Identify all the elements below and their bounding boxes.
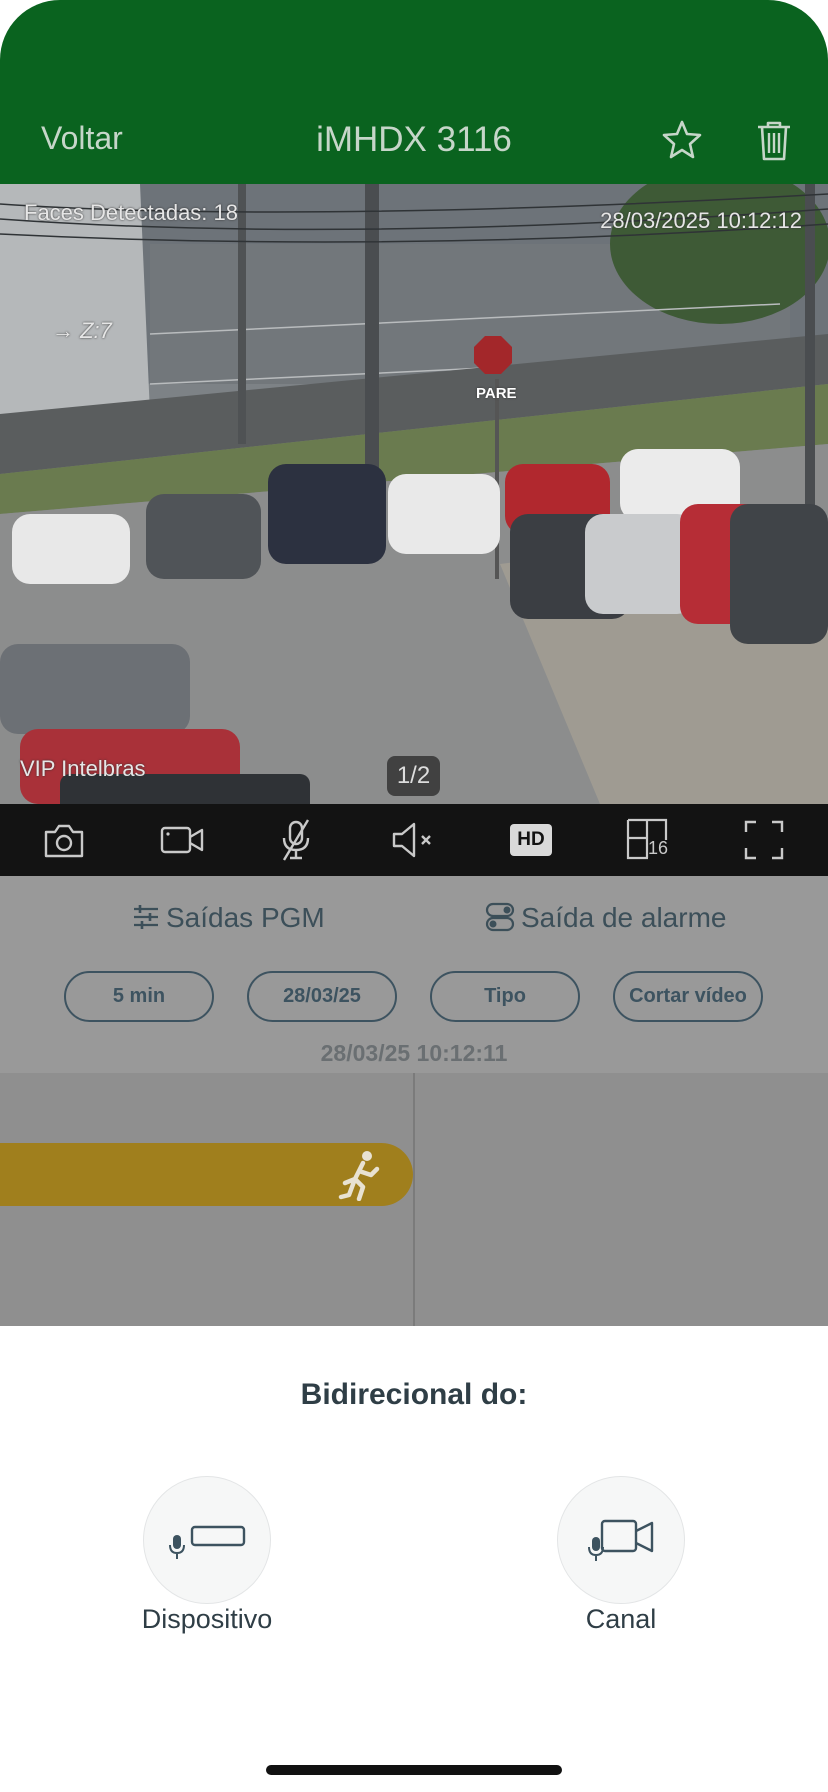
speaker-muted-icon[interactable] [390, 818, 438, 862]
channel-page-indicator[interactable]: 1/2 [387, 756, 440, 796]
stop-sign-text: PARE [476, 385, 517, 402]
channel-option-button[interactable] [557, 1476, 685, 1604]
alarm-output-button[interactable]: Saída de alarme [485, 902, 726, 934]
device-option-button[interactable] [143, 1476, 271, 1604]
channel-camera-microphone-icon [588, 1519, 654, 1561]
grid-layout-button[interactable]: 16 [626, 818, 670, 862]
channel-option-label[interactable]: Canal [521, 1604, 721, 1635]
type-filter-button[interactable]: Tipo [430, 971, 580, 1022]
fullscreen-icon[interactable] [740, 818, 788, 862]
camera-live-view[interactable]: Faces Detectadas: 18 28/03/2025 10:12:12… [0, 184, 828, 804]
timeline-cursor [413, 1073, 415, 1326]
device-option-label[interactable]: Dispositivo [107, 1604, 307, 1635]
toggle-icon [485, 902, 515, 932]
trash-icon[interactable] [754, 118, 794, 162]
microphone-muted-icon[interactable] [272, 818, 320, 862]
timeline-current-time: 28/03/25 10:12:11 [320, 1040, 508, 1066]
player-toolbar: HD 16 [0, 804, 828, 876]
sheet-title: Bidirecional do: [300, 1378, 528, 1411]
sliders-icon [134, 905, 158, 929]
camera-scene [0, 184, 828, 804]
date-filter-button[interactable]: 28/03/25 [247, 971, 397, 1022]
grid-count: 16 [648, 838, 669, 858]
nav-header: Voltar iMHDX 3116 [0, 0, 828, 184]
camera-name-overlay: VIP Intelbras [20, 756, 146, 781]
device-microphone-icon [169, 1525, 246, 1559]
alarm-output-label: Saída de alarme [521, 902, 727, 933]
pgm-outputs-button[interactable]: Saídas PGM [132, 902, 325, 934]
star-outline-icon[interactable] [662, 118, 702, 162]
motion-event-bar[interactable] [0, 1143, 413, 1206]
faces-detected-overlay: Faces Detectadas: 18 [24, 200, 239, 225]
cut-video-button[interactable]: Cortar vídeo [613, 971, 763, 1022]
interval-filter-button[interactable]: 5 min [64, 971, 214, 1022]
page-title: iMHDX 3116 [316, 120, 512, 159]
running-person-icon [338, 1151, 380, 1201]
camera-icon[interactable] [40, 818, 88, 862]
timestamp-overlay: 28/03/2025 10:12:12 [600, 208, 802, 233]
pgm-outputs-label: Saídas PGM [166, 902, 325, 933]
hd-quality-button[interactable]: HD [510, 824, 552, 856]
zoom-overlay: → Z:7 [52, 318, 112, 343]
home-indicator [266, 1765, 562, 1775]
video-camera-icon[interactable] [158, 818, 206, 862]
